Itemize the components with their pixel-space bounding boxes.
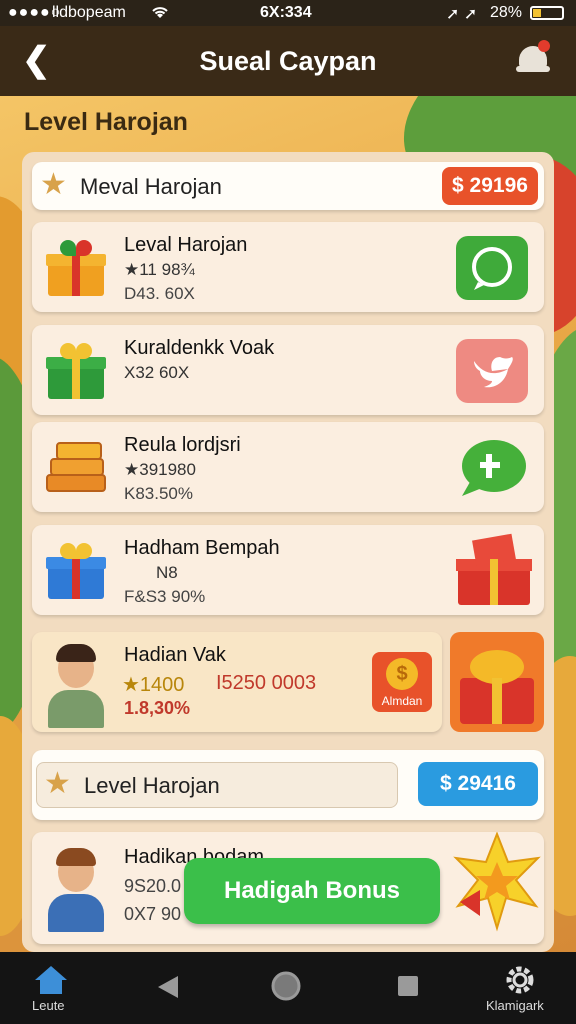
item-points: ★391980 — [124, 460, 196, 479]
notification-bell-icon[interactable] — [516, 40, 550, 76]
stacked-coins-icon — [46, 440, 106, 496]
item-points: 9S20.0 — [124, 876, 182, 896]
list-item[interactable]: Reula lordjsri ★391980 K83.50% — [32, 422, 544, 512]
item-percent: 1.8,30% — [124, 698, 191, 718]
gear-icon — [504, 964, 536, 1001]
bonus-button[interactable]: Hadigah Bonus — [184, 858, 440, 924]
item-percent: K83.50% — [124, 484, 193, 503]
page-title: Sueal Caypan — [199, 46, 377, 76]
star-icon: ★ — [40, 168, 67, 201]
clock: 6X:334 — [260, 4, 312, 21]
item-percent: F&S3 90% — [124, 587, 206, 606]
avatar — [42, 844, 110, 932]
item-title: Reula lordjsri — [124, 434, 241, 456]
home-icon — [34, 964, 68, 999]
battery-icon — [530, 6, 564, 20]
coin-icon: $ — [386, 658, 418, 690]
section-header-1: ★ Meval Harojan $ 29196 — [32, 162, 544, 210]
highlight-reward-row[interactable]: Hadian Vak ★1400 I5250 0003 1.8,30% $ Al… — [32, 632, 442, 732]
coin-badge-label: Almdan — [381, 694, 423, 708]
gift-box-icon[interactable] — [456, 533, 532, 607]
item-title: Hadham Bempah — [124, 537, 280, 559]
whatsapp-icon[interactable] — [456, 236, 528, 300]
item-title: Kuraldenkk Voak — [124, 337, 275, 359]
list-item[interactable]: Hadham Bempah N8 F&S3 90% — [32, 525, 544, 615]
chat-icon[interactable] — [456, 436, 528, 500]
nav-settings[interactable]: Klamigark — [484, 952, 564, 1024]
home-nav-button[interactable] — [268, 952, 308, 1024]
section-label: Level Harojan — [84, 773, 220, 798]
gift-icon — [46, 343, 106, 399]
coin-badge[interactable]: $ Almdan — [372, 652, 432, 712]
list-item[interactable]: Kuraldenkk Voak X32 60X — [32, 325, 544, 415]
nav-home-label: Leute — [32, 998, 65, 1013]
item-title: Leval Harojan — [124, 234, 248, 256]
item-percent: D43. 60X — [124, 284, 195, 303]
carrier-label: lldbopeam — [52, 4, 126, 21]
item-percent: X32 60X — [124, 363, 190, 382]
section-heading: Level Harojan — [24, 108, 188, 136]
star-icon: ★ — [44, 767, 71, 800]
notification-badge — [538, 40, 550, 52]
twitter-icon[interactable] — [456, 339, 528, 403]
item-title: Hadian Vak — [124, 644, 226, 666]
balance-badge[interactable]: $ 29416 — [418, 762, 538, 806]
section-header-2: ★ Level Harojan $ 29416 — [32, 750, 544, 820]
battery-percent: 28% — [490, 4, 523, 21]
treasure-gift-icon[interactable] — [450, 632, 544, 732]
starburst-icon — [452, 831, 542, 932]
item-percent: 0X7 90 — [124, 904, 182, 924]
status-bar: ●●●●○ lldbopeam 6X:334 ➚ ➚ 28% — [0, 0, 576, 26]
nav-settings-label: Klamigark — [486, 998, 544, 1013]
app-header: ❮ Sueal Caypan — [0, 26, 576, 96]
bottom-nav: Leute Klamigark — [0, 952, 576, 1024]
balance-badge[interactable]: $ 29196 — [442, 167, 538, 205]
square-recents-icon — [396, 974, 420, 1003]
item-code: N8 — [156, 563, 178, 582]
triangle-back-icon — [156, 974, 180, 1005]
gift-icon — [46, 543, 106, 599]
location-arrows-icon: ➚ ➚ — [446, 6, 478, 23]
list-item[interactable]: Leval Harojan ★11 98¾ D43. 60X — [32, 222, 544, 312]
gift-icon — [46, 240, 106, 296]
back-nav-button[interactable] — [150, 952, 190, 1024]
circle-home-icon — [270, 970, 302, 1007]
item-value: I5250 0003 — [216, 672, 317, 694]
nav-home[interactable]: Leute — [22, 952, 92, 1024]
item-points: ★1400 — [122, 674, 185, 696]
section-label: Meval Harojan — [80, 174, 222, 199]
item-points: ★11 98¾ — [124, 260, 195, 279]
avatar — [42, 640, 110, 728]
wifi-icon — [150, 4, 170, 25]
recents-nav-button[interactable] — [392, 952, 432, 1024]
